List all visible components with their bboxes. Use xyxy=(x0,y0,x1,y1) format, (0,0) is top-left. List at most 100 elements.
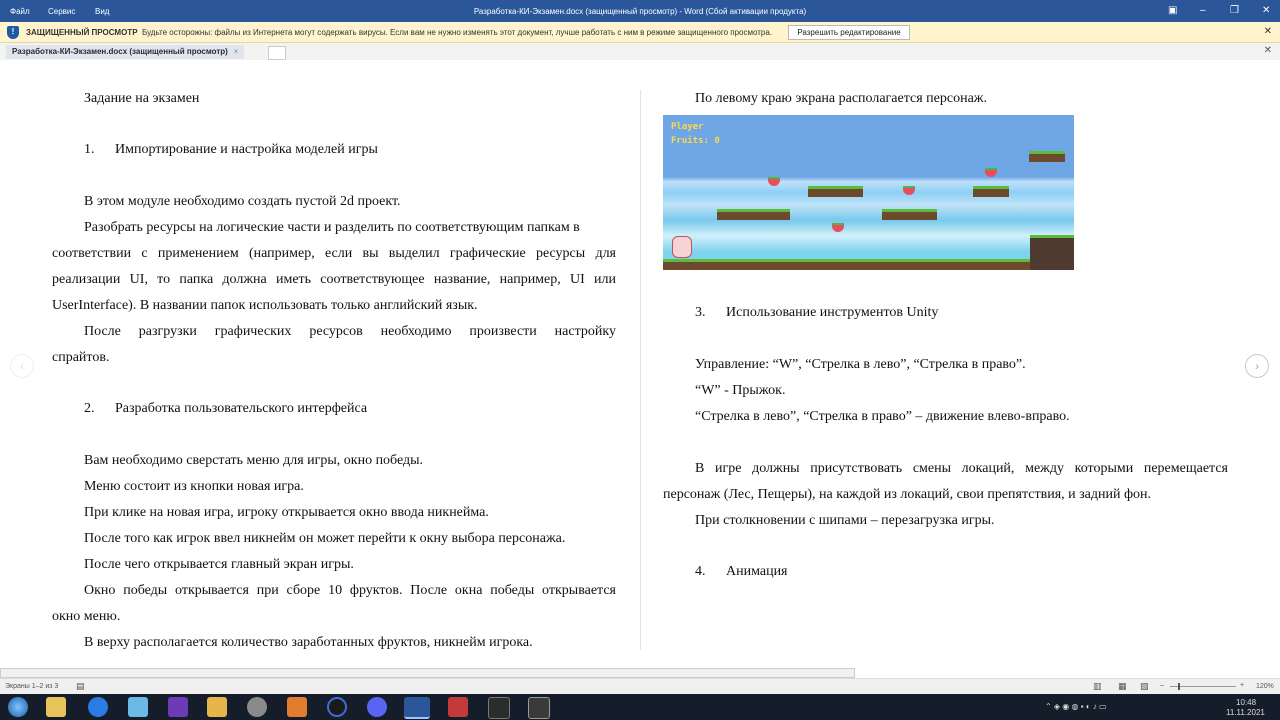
ground xyxy=(663,259,1030,270)
fruit-icon xyxy=(768,177,780,186)
paragraph-line: спрайтов. xyxy=(52,350,110,365)
platform xyxy=(973,186,1009,197)
archiver-icon[interactable] xyxy=(448,697,468,717)
shield-icon: ! xyxy=(7,26,19,39)
zoom-slider-thumb[interactable] xyxy=(1178,683,1180,690)
ribbon-display-icon[interactable]: ▣ xyxy=(1168,5,1177,16)
section-title: Использование инструментов Unity xyxy=(726,305,939,320)
taskbar: ⌃ ◈ ◉ ◍ ▪ ◐ ♪ ▭ 10:48 11.11.2021 xyxy=(0,694,1280,720)
fruit-icon xyxy=(985,168,997,177)
column-divider xyxy=(640,90,641,650)
zoom-level[interactable]: 120% xyxy=(1256,683,1274,690)
section-2-heading: 2. Разработка пользовательского интерфейс… xyxy=(84,401,367,417)
paragraph: Вам необходимо сверстать меню для игры, … xyxy=(84,453,424,468)
paragraph-line: окно меню. xyxy=(52,609,121,624)
ground-block xyxy=(1030,235,1074,270)
tray-icons[interactable]: ⌃ ◈ ◉ ◍ ▪ ◐ ♪ ▭ xyxy=(1045,702,1107,711)
close-window-icon[interactable]: ✕ xyxy=(1262,5,1270,16)
platform xyxy=(808,186,863,197)
paragraph: В верху располагается количество заработ… xyxy=(84,635,533,650)
hud-player-label: Player xyxy=(671,122,704,132)
paragraph: В этом модуле необходимо создать пустой … xyxy=(84,194,401,209)
close-tab-icon[interactable]: × xyxy=(234,47,239,56)
paragraph: Управление: “W”, “Стрелка в лево”, “Стре… xyxy=(695,357,1026,372)
horizontal-scrollbar[interactable] xyxy=(0,668,855,678)
document-tab-bar: Разработка-КИ-Экзамен.docx (защищенный п… xyxy=(0,43,1280,61)
fruit-icon xyxy=(832,223,844,232)
section-title: Анимация xyxy=(726,564,788,579)
paragraph: При столкновении с шипами – перезагрузка… xyxy=(695,513,995,528)
clock-time[interactable]: 10:48 xyxy=(1236,698,1256,707)
paragraph: При клике на новая игра, игроку открывае… xyxy=(84,505,489,520)
status-bar: Экраны 1–2 из 3 ▤ ▥ ▦ ▧ – + 120% xyxy=(0,678,1280,695)
paint-icon[interactable] xyxy=(287,697,307,717)
paragraph-line: В игре должны присутствовать смены локац… xyxy=(695,461,1228,476)
zoom-out-icon[interactable]: – xyxy=(1160,682,1164,689)
paragraph: После чего открывается главный экран игр… xyxy=(84,557,354,572)
document-tab-label: Разработка-КИ-Экзамен.docx (защищенный п… xyxy=(12,47,228,56)
file-explorer-icon[interactable] xyxy=(46,697,66,717)
section-number: 4. xyxy=(695,564,706,579)
paragraph: “W” - Прыжок. xyxy=(695,383,786,398)
app-icon[interactable] xyxy=(128,697,148,717)
paragraph-line: реализации UI, то папка должна иметь соо… xyxy=(52,272,616,287)
section-3-heading: 3. Использование инструментов Unity xyxy=(695,305,938,321)
hud-fruits-label: Fruits: 0 xyxy=(671,136,720,146)
paragraph: “Стрелка в лево”, “Стрелка в право” – дв… xyxy=(695,409,1070,424)
paragraph-line: UserInterface). В названии папок использ… xyxy=(52,298,478,313)
unity-hub-icon[interactable] xyxy=(528,697,550,719)
enable-editing-button[interactable]: Разрешить редактирование xyxy=(788,25,910,40)
minimize-icon[interactable]: – xyxy=(1200,5,1206,16)
title-bar: Файл Сервис Вид Разработка-КИ-Экзамен.do… xyxy=(0,0,1280,22)
section-title: Разработка пользовательского интерфейса xyxy=(115,401,368,416)
document-page: Задание на экзамен 1. Импортирование и на… xyxy=(0,60,1280,666)
doc-heading: Задание на экзамен xyxy=(84,91,200,106)
paragraph: Меню состоит из кнопки новая игра. xyxy=(84,479,304,494)
media-player-icon[interactable] xyxy=(207,697,227,717)
document-tab[interactable]: Разработка-КИ-Экзамен.docx (защищенный п… xyxy=(6,45,245,59)
start-button-icon[interactable] xyxy=(8,697,28,717)
web-layout-icon[interactable]: ▧ xyxy=(1140,681,1149,692)
paragraph-line: соответствии с применением (например, ес… xyxy=(52,246,616,261)
new-tab-button[interactable] xyxy=(268,46,286,60)
player-sprite xyxy=(672,236,692,258)
discord-icon[interactable] xyxy=(367,697,387,717)
section-number: 3. xyxy=(695,305,706,320)
read-mode-icon[interactable]: ▥ xyxy=(1093,681,1102,692)
next-screen-icon[interactable]: › xyxy=(1245,354,1269,378)
paragraph: После того как игрок ввел никнейм он мож… xyxy=(84,531,566,546)
paragraph-line: Разобрать ресурсы на логические части и … xyxy=(84,220,580,235)
platform xyxy=(717,209,790,220)
layout-icon[interactable]: ▤ xyxy=(76,681,85,692)
window-title: Разработка-КИ-Экзамен.docx (защищенный п… xyxy=(473,7,807,16)
tool-icon[interactable] xyxy=(247,697,267,717)
print-layout-icon[interactable]: ▦ xyxy=(1118,681,1127,692)
fruit-icon xyxy=(903,186,915,195)
word-icon[interactable] xyxy=(404,697,430,719)
close-document-icon[interactable]: ✕ xyxy=(1264,45,1272,56)
section-4-heading: 4. Анимация xyxy=(695,564,788,580)
protected-view-label: ЗАЩИЩЕННЫЙ ПРОСМОТР xyxy=(26,28,138,37)
clock-date[interactable]: 11.11.2021 xyxy=(1226,708,1265,717)
close-bar-icon[interactable]: ✕ xyxy=(1264,26,1272,37)
platform xyxy=(1029,151,1065,162)
platform xyxy=(882,209,937,220)
zoom-in-icon[interactable]: + xyxy=(1240,682,1244,689)
unity-icon[interactable] xyxy=(488,697,510,719)
paragraph-line: Окно победы открывается при сборе 10 фру… xyxy=(84,583,616,598)
restore-icon[interactable]: ❐ xyxy=(1230,5,1239,16)
previous-screen-icon[interactable]: ‹ xyxy=(10,354,34,378)
paragraph-line: персонаж (Лес, Пещеры), на каждой из лок… xyxy=(663,487,1152,502)
paragraph: По левому краю экрана располагается перс… xyxy=(695,91,987,106)
firefox-icon[interactable] xyxy=(88,697,108,717)
section-number: 2. xyxy=(84,401,95,416)
game-screenshot: Player Fruits: 0 xyxy=(663,115,1074,270)
page-count: Экраны 1–2 из 3 xyxy=(5,683,59,690)
protected-view-message: Будьте осторожны: файлы из Интернета мог… xyxy=(142,28,773,37)
section-1-heading: 1. Импортирование и настройка моделей игр… xyxy=(84,142,378,158)
section-title: Импортирование и настройка моделей игры xyxy=(115,142,378,157)
obs-icon[interactable] xyxy=(327,697,347,717)
section-number: 1. xyxy=(84,142,95,157)
paragraph-line: После разгрузки графических ресурсов нео… xyxy=(84,324,616,339)
visual-studio-icon[interactable] xyxy=(168,697,188,717)
